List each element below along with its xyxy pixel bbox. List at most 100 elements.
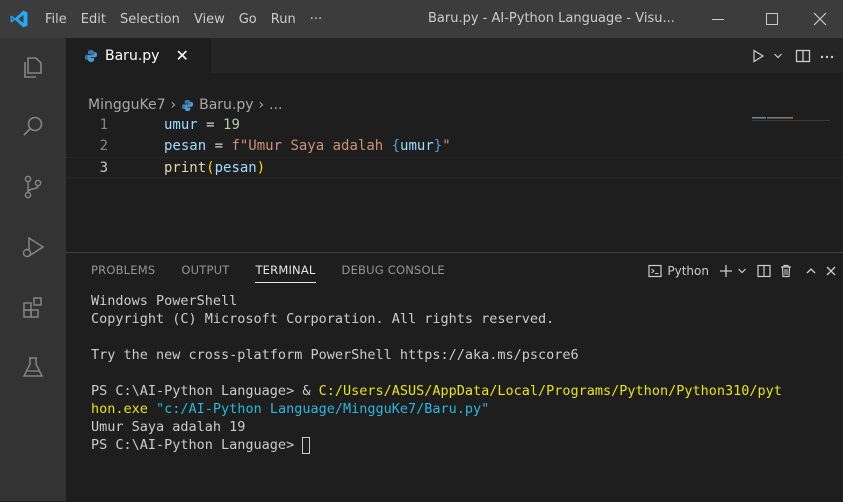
code-token: }	[433, 138, 443, 154]
search-button[interactable]	[0, 104, 66, 150]
title-bar: File Edit Selection View Go Run ··· Baru…	[0, 0, 843, 38]
terminal-line: Windows PowerShell	[91, 293, 238, 309]
breadcrumb-separator-icon: ›	[170, 97, 177, 113]
close-window-button[interactable]	[797, 0, 843, 38]
chevron-down-icon[interactable]	[737, 266, 747, 276]
editor-actions	[751, 38, 835, 73]
vscode-logo-icon	[0, 0, 38, 38]
terminal-line: Copyright (C) Microsoft Corporation. All…	[91, 311, 555, 327]
code-line-text: print(pesan)	[164, 158, 265, 179]
maximize-button[interactable]	[749, 0, 795, 38]
menu-view[interactable]: View	[187, 12, 232, 27]
minimap[interactable]	[752, 115, 830, 123]
run-debug-icon	[22, 236, 45, 258]
breadcrumb: MingguKe7 › Baru.py › ...	[88, 94, 283, 116]
minimize-icon	[712, 19, 724, 20]
terminal-prompt-line: PS C:\AI-Python Language>	[91, 436, 841, 454]
terminal-output[interactable]: Windows PowerShell Copyright (C) Microso…	[91, 292, 841, 454]
breadcrumb-separator-icon: ›	[258, 97, 265, 113]
explorer-button[interactable]	[0, 44, 66, 90]
flask-icon	[22, 357, 44, 377]
code-editor[interactable]: 1 umur = 19 2 pesan = f"Umur Saya adalah {u…	[66, 115, 843, 178]
run-debug-button[interactable]	[0, 224, 66, 270]
terminal-cursor	[302, 436, 311, 454]
minimize-button[interactable]	[695, 0, 741, 38]
terminal-command-line: PS C:\AI-Python Language> & C:/Users/ASU…	[91, 382, 841, 400]
extensions-button[interactable]	[0, 284, 66, 330]
menu-file[interactable]: File	[38, 12, 74, 27]
line-number: 1	[99, 117, 108, 133]
terminal-icon	[648, 264, 662, 277]
code-line[interactable]: 3 print(pesan)	[66, 157, 843, 178]
code-token: umur	[164, 117, 198, 133]
code-line-text: pesan = f"Umur Saya adalah {umur}"	[164, 136, 451, 157]
maximize-icon	[766, 13, 778, 25]
split-terminal-icon[interactable]	[757, 264, 771, 278]
menu-bar: File Edit Selection View Go Run ···	[38, 0, 329, 38]
code-token: print	[164, 160, 207, 176]
files-icon	[24, 57, 42, 78]
menu-more[interactable]: ···	[303, 12, 329, 27]
code-line[interactable]: 1 umur = 19	[66, 115, 843, 136]
breadcrumb-file[interactable]: Baru.py	[199, 97, 253, 113]
chevron-up-icon[interactable]	[805, 265, 817, 277]
editor-tabs-bar: Baru.py ✕	[66, 38, 843, 73]
code-token: umur	[400, 138, 434, 154]
tab-problems[interactable]: PROBLEMS	[91, 253, 155, 288]
tab-output[interactable]: OUTPUT	[181, 253, 229, 288]
tab-terminal[interactable]: TERMINAL	[255, 253, 316, 288]
trash-icon[interactable]	[779, 264, 793, 278]
extensions-icon	[23, 297, 42, 318]
terminal-line: Try the new cross-platform PowerShell ht…	[91, 347, 579, 363]
python-file-icon	[182, 99, 194, 111]
code-token: )	[256, 160, 266, 176]
breadcrumb-more[interactable]: ...	[269, 97, 282, 113]
code-token: =	[206, 138, 232, 154]
search-icon	[23, 116, 43, 136]
code-line-text: umur = 19	[164, 115, 240, 136]
tab-close-icon[interactable]: ✕	[175, 46, 188, 65]
more-actions-icon[interactable]	[819, 49, 835, 63]
code-token: pesan	[164, 138, 207, 154]
close-icon	[813, 12, 827, 26]
source-control-button[interactable]	[0, 164, 66, 210]
python-exe-path: C:/Users/ASUS/AppData/Local/Programs/Pyt…	[318, 383, 782, 399]
code-token: "	[442, 138, 451, 154]
tab-label: Baru.py	[105, 47, 160, 64]
python-exe-path: hon.exe	[91, 401, 148, 417]
code-line[interactable]: 2 pesan = f"Umur Saya adalah {umur}"	[66, 136, 843, 157]
terminal-prompt: PS C:\AI-Python Language> &	[91, 383, 319, 399]
menu-edit[interactable]: Edit	[74, 12, 113, 27]
chevron-down-icon[interactable]	[773, 51, 783, 61]
code-token: {	[391, 138, 401, 154]
code-token: (	[206, 160, 215, 176]
code-token: pesan	[214, 160, 257, 176]
menu-go[interactable]: Go	[232, 12, 264, 27]
run-python-icon[interactable]	[751, 48, 765, 63]
code-token: 19	[223, 117, 240, 133]
window-title: Baru.py - AI-Python Language - Visu...	[428, 11, 675, 26]
python-file-icon	[85, 49, 97, 62]
program-output: Umur Saya adalah 19	[91, 419, 246, 435]
menu-selection[interactable]: Selection	[113, 12, 187, 27]
tab-debug-console[interactable]: DEBUG CONSOLE	[342, 253, 445, 288]
testing-button[interactable]	[0, 344, 66, 390]
bottom-panel: PROBLEMS OUTPUT TERMINAL DEBUG CONSOLE P…	[66, 252, 843, 502]
split-editor-icon[interactable]	[795, 49, 811, 63]
panel-actions: Python	[648, 253, 837, 288]
terminal-prompt: PS C:\AI-Python Language>	[91, 437, 303, 453]
breadcrumb-folder[interactable]: MingguKe7	[88, 97, 166, 113]
new-terminal-plus-icon[interactable]	[719, 264, 733, 278]
tab-baru-py[interactable]: Baru.py ✕	[66, 38, 211, 73]
terminal-name[interactable]: Python	[667, 264, 709, 278]
code-token: f"Umur Saya adalah	[231, 138, 392, 154]
activity-bar	[0, 38, 66, 501]
line-number: 2	[99, 138, 108, 154]
close-panel-icon[interactable]	[825, 265, 837, 277]
line-number: 3	[99, 160, 108, 176]
menu-run[interactable]: Run	[264, 12, 303, 27]
editor-area: Baru.py ✕ MingguKe7 › Baru.py › ... 1 um…	[66, 38, 843, 502]
terminal-command-line: hon.exe "c:/AI-Python Language/MingguKe7…	[91, 400, 841, 418]
